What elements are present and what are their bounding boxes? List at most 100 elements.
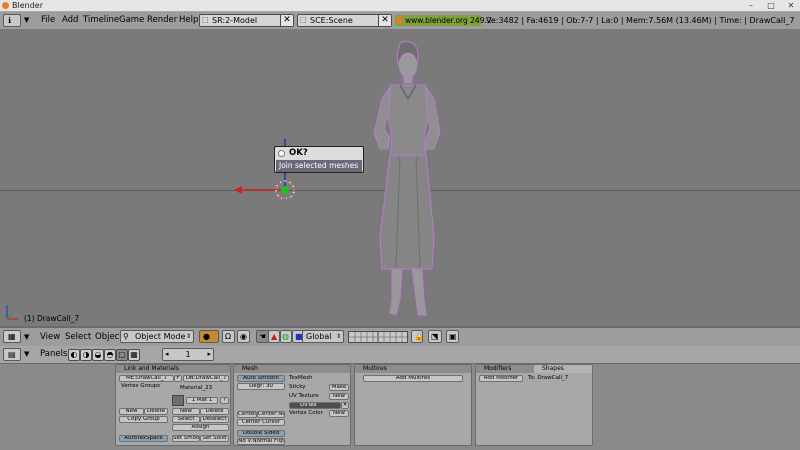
translate-icon[interactable]: ▲ — [268, 330, 280, 343]
dropdown-arrow-icon: ⇕ — [185, 333, 191, 340]
fake-user-button[interactable]: F — [174, 375, 182, 382]
script-context-icon[interactable]: ◑ — [80, 349, 92, 361]
set-solid-button[interactable]: Set Solid — [200, 435, 229, 442]
editing-context-icon[interactable]: ▢ — [116, 349, 128, 361]
screen-delete-icon[interactable]: ✕ — [280, 15, 293, 26]
orientation-selector[interactable]: Global ⇕ — [302, 330, 344, 343]
pivot-icon[interactable]: Ω — [222, 330, 235, 343]
scene-browse-icon[interactable]: ⬚ — [300, 15, 307, 26]
vertex-color-label: Vertex Color — [289, 410, 323, 416]
window-title: Blender — [12, 1, 43, 10]
render-icon[interactable]: ▣ — [446, 330, 459, 343]
screen-name[interactable]: SR:2-Model — [212, 16, 257, 25]
popup-title: OK? — [275, 147, 363, 160]
arrow-right-icon[interactable]: ▸ — [207, 349, 211, 360]
sticky-label: Sticky — [289, 384, 306, 390]
buttons-window-header: ▤ ▼ Panels ◐ ◑ ◒ ◓ ▢ ▦ ◂ 1 ▸ — [0, 346, 800, 364]
double-sided-toggle[interactable]: Double Sided — [237, 430, 285, 437]
editor-type-icon[interactable]: ▦ — [3, 330, 21, 343]
no-vnormal-flip-toggle[interactable]: No V.Normal Flip — [237, 438, 285, 445]
main-menu-bar: ℹ ▼ File Add Timeline Game Render Help ⬚… — [0, 12, 800, 30]
rotate-icon[interactable]: ◍ — [280, 330, 292, 343]
auto-smooth-toggle[interactable]: Auto Smooth — [237, 375, 285, 382]
panel-title[interactable]: Link and Materials — [116, 365, 230, 373]
menu-help[interactable]: Help — [179, 12, 198, 29]
mesh-name-field[interactable]: ME:DrawCall_7 — [119, 375, 174, 382]
menu-add[interactable]: Add — [62, 12, 78, 29]
woman-mesh-object[interactable] — [360, 37, 450, 322]
editor-type-icon[interactable]: ℹ — [3, 14, 21, 27]
join-confirm-popup[interactable]: OK? Join selected meshes — [274, 146, 364, 173]
uvtex-field[interactable]: UVTex — [289, 402, 341, 409]
axis-orientation-icon — [6, 305, 19, 320]
close-icon[interactable]: ✕ — [780, 1, 800, 10]
blender-logo-icon — [2, 2, 9, 9]
maximize-icon[interactable]: □ — [760, 1, 782, 10]
scene-name[interactable]: SCE:Scene — [310, 16, 353, 25]
material-nav-icon[interactable]: ? — [220, 397, 229, 404]
uvtex-delete-icon[interactable]: ✕ — [341, 402, 349, 409]
lock-icon[interactable]: 🔒 — [411, 330, 424, 343]
material-delete-button[interactable]: Delete — [200, 408, 229, 415]
editor-type-icon[interactable]: ▤ — [3, 348, 21, 361]
center-new-button[interactable]: Center New — [257, 411, 285, 418]
minimize-icon[interactable]: – — [740, 1, 762, 10]
degr-field[interactable]: Degr: 30 — [237, 383, 285, 390]
logic-context-icon[interactable]: ◐ — [68, 349, 80, 361]
layer-buttons[interactable] — [348, 331, 408, 343]
render-preview-icon[interactable]: ⬔ — [428, 330, 442, 343]
autotexspace-toggle[interactable]: AutoTexSpace — [119, 435, 168, 442]
menu-timeline[interactable]: Timeline — [83, 12, 119, 29]
vgroup-delete-button[interactable]: Delete — [144, 408, 168, 415]
panels-menu[interactable]: Panels — [40, 346, 67, 363]
blender-logo-icon — [396, 17, 403, 24]
dropdown-arrow-icon: ⇕ — [335, 333, 341, 340]
object-name-field[interactable]: OB:DrawCall_7 — [183, 375, 229, 382]
panel-title[interactable]: Multires — [355, 365, 471, 373]
center-cursor-button[interactable]: Center Cursor — [237, 419, 285, 426]
menu-view[interactable]: View — [40, 328, 60, 346]
add-multires-button[interactable]: Add Multires — [363, 375, 463, 382]
material-deselect-button[interactable]: Deselect — [200, 416, 229, 423]
collapse-triangle-icon[interactable]: ▼ — [24, 328, 29, 346]
object-context-icon[interactable]: ◓ — [104, 349, 116, 361]
texmesh-label: TexMesh — [289, 375, 313, 381]
frame-number-field[interactable]: ◂ 1 ▸ — [162, 348, 214, 361]
copy-group-button[interactable]: Copy Group — [119, 416, 168, 423]
scene-delete-icon[interactable]: ✕ — [378, 15, 391, 26]
material-assign-button[interactable]: Assign — [172, 424, 229, 431]
screen-browse-icon[interactable]: ⬚ — [202, 15, 209, 26]
modifiers-tab[interactable]: Modifiers — [476, 365, 534, 373]
shading-context-icon[interactable]: ◒ — [92, 349, 104, 361]
center-button[interactable]: Center — [237, 411, 257, 418]
3d-viewport[interactable]: OK? Join selected meshes (1) DrawCall_7 — [0, 29, 800, 326]
vgroup-new-button[interactable]: New — [119, 408, 144, 415]
vertex-color-new-button[interactable]: New — [329, 410, 349, 417]
arrow-left-icon[interactable]: ◂ — [165, 349, 169, 360]
solid-sphere-icon: ● — [203, 332, 210, 341]
scene-selector[interactable]: ⬚ SCE:Scene ✕ — [297, 14, 392, 27]
material-color-swatch[interactable] — [172, 395, 184, 406]
join-meshes-menu-item[interactable]: Join selected meshes — [276, 160, 362, 172]
set-smooth-button[interactable]: Set Smooth — [172, 435, 200, 442]
collapse-triangle-icon[interactable]: ▼ — [24, 346, 29, 363]
material-new-button[interactable]: New — [172, 408, 200, 415]
material-index-field[interactable]: 1 Mat 1 — [186, 397, 218, 404]
menu-object[interactable]: Object — [95, 328, 123, 346]
menu-select[interactable]: Select — [65, 328, 91, 346]
add-modifier-button[interactable]: Add Modifier — [479, 375, 523, 382]
scene-context-icon[interactable]: ▦ — [128, 349, 140, 361]
uv-texture-new-button[interactable]: New — [329, 393, 349, 400]
menu-file[interactable]: File — [41, 12, 55, 29]
shapes-tab[interactable]: Shapes — [534, 365, 592, 373]
menu-render[interactable]: Render — [147, 12, 177, 29]
collapse-triangle-icon[interactable]: ▼ — [24, 12, 29, 29]
sticky-make-button[interactable]: Make — [329, 384, 349, 391]
menu-game[interactable]: Game — [119, 12, 144, 29]
material-select-button[interactable]: Select — [172, 416, 200, 423]
mode-selector[interactable]: ⚲ Object Mode ⇕ — [120, 330, 194, 343]
pivot-selector-icon[interactable]: ◉ — [237, 330, 250, 343]
screen-selector[interactable]: ⬚ SR:2-Model ✕ — [199, 14, 294, 27]
panel-title[interactable]: Mesh — [234, 365, 350, 373]
draw-type-button[interactable]: ● — [199, 330, 219, 343]
